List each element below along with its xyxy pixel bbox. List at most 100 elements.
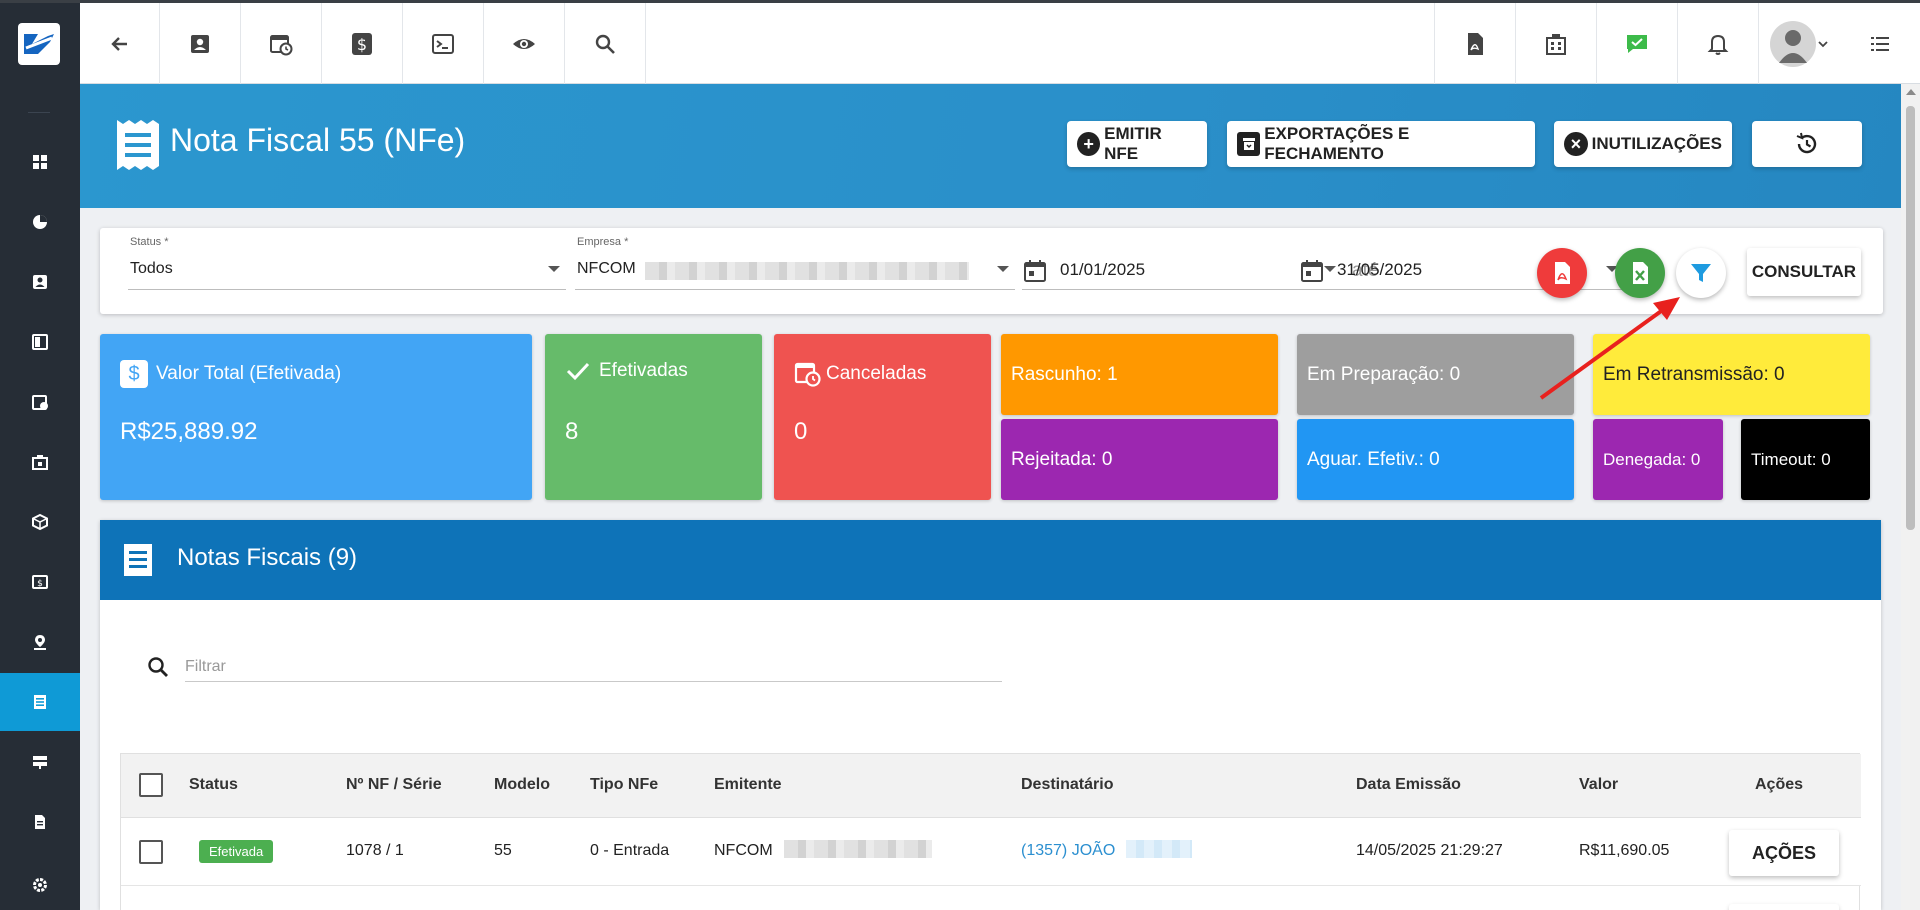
- stat-rascunho[interactable]: Rascunho: 1: [1001, 334, 1278, 415]
- chat-check-icon: [1627, 34, 1647, 53]
- calendar-icon: [32, 395, 48, 410]
- empresa-label: Empresa *: [577, 236, 629, 248]
- svg-text:$: $: [37, 579, 43, 589]
- date-to-value: 31/05/2025: [1337, 260, 1423, 279]
- empresa-select[interactable]: Empresa * NFCOM: [575, 236, 1015, 290]
- canceladas-value: 0: [794, 418, 808, 445]
- sidebar-item-charts[interactable]: [0, 193, 80, 251]
- card-valor-total: $ Valor Total (Efetivada) R$25,889.92: [100, 334, 532, 500]
- receipt-icon: [124, 544, 152, 576]
- export-excel-button[interactable]: [1615, 248, 1665, 298]
- stat-em-retransmissao[interactable]: Em Retransmissão: 0: [1593, 334, 1870, 415]
- stat-timeout[interactable]: Timeout: 0: [1741, 419, 1870, 500]
- status-select[interactable]: Status * Todos: [128, 236, 566, 290]
- col-status[interactable]: Status: [189, 776, 238, 794]
- main-menu-button[interactable]: [1839, 3, 1920, 84]
- sidebar-item-server[interactable]: [0, 733, 80, 791]
- col-tipo[interactable]: Tipo NFe: [590, 776, 658, 794]
- notifications-button[interactable]: [1677, 3, 1758, 84]
- pdf-button[interactable]: [1434, 3, 1515, 84]
- view-button[interactable]: [484, 3, 565, 84]
- exportacoes-label: EXPORTAÇÕES E FECHAMENTO: [1264, 124, 1410, 163]
- sidebar-item-store[interactable]: [0, 433, 80, 491]
- sidebar-item-calendar[interactable]: [0, 373, 80, 431]
- terminal-button[interactable]: [403, 3, 484, 84]
- top-toolbar: $: [80, 3, 1920, 84]
- inutilizacoes-button[interactable]: × INUTILIZAÇÕES: [1554, 121, 1732, 167]
- emitir-nfe-button[interactable]: + EMITIR NFE: [1067, 121, 1207, 167]
- sidebar-item-documents[interactable]: [0, 793, 80, 851]
- col-data-emissao[interactable]: Data Emissão: [1356, 776, 1461, 794]
- sidebar-item-locations[interactable]: [0, 613, 80, 671]
- consultar-button[interactable]: CONSULTAR: [1747, 248, 1861, 296]
- cell-numero: 1078 / 1: [346, 842, 404, 859]
- archive-icon: [1237, 132, 1261, 156]
- dollar-icon: $: [352, 32, 372, 55]
- filter-input[interactable]: [185, 652, 1002, 682]
- acoes-button-next-row[interactable]: [1729, 904, 1839, 910]
- stat-denegada[interactable]: Denegada: 0: [1593, 419, 1723, 500]
- finance-button[interactable]: $: [322, 3, 403, 84]
- scroll-up-arrow[interactable]: [1906, 89, 1916, 95]
- avatar: [1770, 20, 1828, 67]
- sidebar-item-products[interactable]: [0, 493, 80, 551]
- status-label: Status *: [130, 236, 169, 248]
- select-all-checkbox[interactable]: [139, 773, 163, 797]
- efetivadas-label: Efetivadas: [599, 360, 688, 381]
- terminal-icon: [432, 33, 454, 54]
- exportacoes-button[interactable]: EXPORTAÇÕES E FECHAMENTO: [1227, 121, 1535, 167]
- sidebar-divider: [28, 112, 50, 113]
- back-arrow-icon: [110, 36, 127, 51]
- schedule-button[interactable]: [241, 3, 322, 84]
- acoes-button[interactable]: AÇÕES: [1729, 830, 1839, 876]
- col-numero[interactable]: Nº NF / Série: [346, 776, 442, 794]
- row-checkbox[interactable]: [139, 840, 163, 864]
- stat-rejeitada[interactable]: Rejeitada: 0: [1001, 419, 1278, 500]
- contact-card-icon: [191, 34, 209, 53]
- efetivadas-value: 8: [565, 418, 579, 445]
- filter-button[interactable]: [1676, 248, 1726, 298]
- search-button[interactable]: [565, 3, 646, 84]
- col-modelo[interactable]: Modelo: [494, 776, 550, 794]
- sidebar-item-finance[interactable]: $: [0, 553, 80, 611]
- stat-aguar-efetiv[interactable]: Aguar. Efetiv.: 0: [1297, 419, 1574, 500]
- history-button[interactable]: [1752, 121, 1862, 167]
- col-destinatario[interactable]: Destinatário: [1021, 776, 1113, 794]
- contacts-button[interactable]: [160, 3, 241, 84]
- user-menu[interactable]: [1758, 3, 1839, 84]
- export-pdf-button[interactable]: [1537, 248, 1587, 298]
- col-acoes: Ações: [1755, 776, 1804, 793]
- notas-fiscais-panel: Notas Fiscais (9) Status Nº NF / Série M…: [100, 520, 1881, 910]
- sidebar-item-settings[interactable]: [0, 856, 80, 910]
- col-valor[interactable]: Valor: [1579, 776, 1618, 794]
- sidebar-item-dashboard[interactable]: [0, 133, 80, 191]
- sidebar-item-board[interactable]: [0, 313, 80, 371]
- sidebar: $: [0, 3, 80, 910]
- table-row[interactable]: Efetivada 1078 / 1 55 0 - Entrada NFCOM …: [121, 818, 1861, 886]
- col-emitente[interactable]: Emitente: [714, 776, 782, 794]
- chevron-down-icon: [548, 266, 560, 272]
- stat-em-preparacao[interactable]: Em Preparação: 0: [1297, 334, 1574, 415]
- cell-destinatario-link[interactable]: (1357) JOÃO: [1021, 842, 1115, 860]
- company-button[interactable]: [1515, 3, 1596, 84]
- valor-total-label: Valor Total (Efetivada): [156, 363, 342, 384]
- date-from-field[interactable]: 01/01/2025: [1022, 250, 1342, 290]
- redacted-destinatario: [1126, 840, 1192, 858]
- server-icon: [33, 756, 47, 769]
- sidebar-item-nfe[interactable]: [0, 673, 80, 731]
- redacted-emitente: [784, 840, 932, 858]
- page-title: Nota Fiscal 55 (NFe): [170, 122, 466, 158]
- vertical-scrollbar[interactable]: [1901, 84, 1920, 910]
- back-button[interactable]: [80, 3, 160, 84]
- board-icon: [32, 334, 48, 350]
- notas-header: Notas Fiscais (9): [100, 520, 1881, 600]
- app-logo[interactable]: [18, 23, 60, 65]
- notas-title: Notas Fiscais (9): [177, 544, 358, 571]
- history-icon: [1796, 132, 1817, 154]
- messages-button[interactable]: [1596, 3, 1677, 84]
- dashboard-icon: [33, 155, 47, 169]
- sidebar-item-contacts[interactable]: [0, 253, 80, 311]
- pdf-icon: [1555, 262, 1570, 284]
- scrollbar-thumb[interactable]: [1906, 106, 1915, 530]
- filter-panel: Status * Todos Empresa * NFCOM 01/01/202…: [100, 228, 1883, 314]
